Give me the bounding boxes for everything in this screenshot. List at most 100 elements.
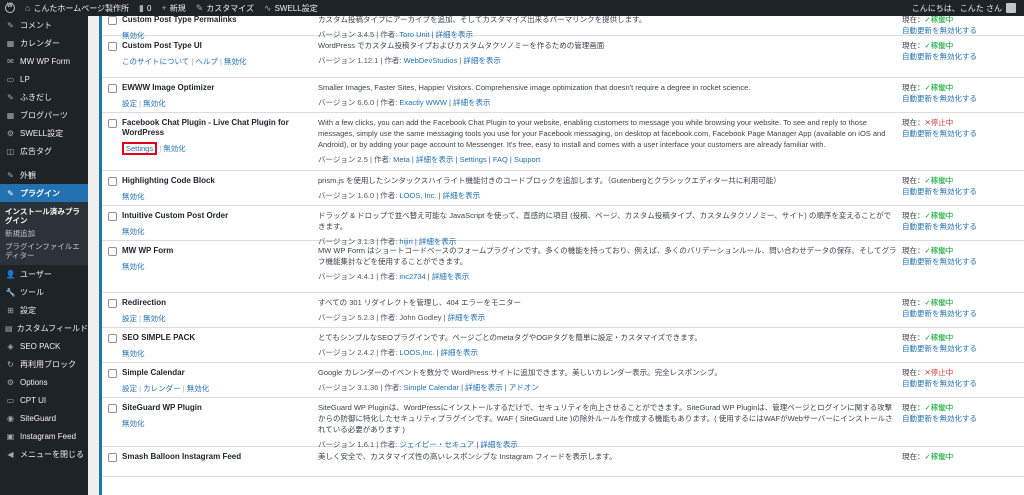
plugin-checkbox[interactable] (108, 404, 117, 413)
meta-link[interactable]: 詳細を表示 (453, 98, 491, 107)
plugin-row: Redirection 設定 | 無効化 すべての 301 リダイレクトを管理し、4… (102, 293, 1024, 328)
sidebar-item-5[interactable]: ▦ ブログパーツ (0, 106, 88, 124)
sidebar-item-3[interactable]: ▭ LP (0, 70, 88, 88)
plugin-checkbox[interactable] (108, 334, 117, 343)
action-link[interactable]: Settings (126, 144, 153, 153)
meta-link[interactable]: 詳細を表示 (432, 272, 470, 281)
sidebar-item-after-7[interactable]: ▭ CPT UI (0, 391, 88, 409)
auto-update-toggle-link[interactable]: 自動更新を無効化する (902, 379, 977, 388)
auto-update-toggle-link[interactable]: 自動更新を無効化する (902, 129, 977, 138)
sidebar-item-6[interactable]: ⚙ SWELL設定 (0, 124, 88, 142)
action-link[interactable]: 無効化 (143, 99, 166, 108)
sidebar-item-after-1[interactable]: 🔧 ツール (0, 283, 88, 301)
plugin-checkbox[interactable] (108, 84, 117, 93)
auto-update-toggle-link[interactable]: 自動更新を無効化する (902, 26, 977, 35)
plugin-checkbox[interactable] (108, 16, 117, 25)
action-link[interactable]: 無効化 (143, 314, 166, 323)
plugin-checkbox[interactable] (108, 453, 117, 462)
action-link[interactable]: 設定 (122, 314, 137, 323)
author-link[interactable]: inc2734 (399, 272, 425, 281)
action-link[interactable]: 無効化 (122, 349, 145, 358)
action-link[interactable]: 無効化 (122, 262, 145, 271)
meta-link[interactable]: アドオン (509, 383, 539, 392)
sidebar-item-7[interactable]: ◫ 広告タグ (0, 142, 88, 160)
auto-update-toggle-link[interactable]: 自動更新を無効化する (902, 344, 977, 353)
meta-link[interactable]: Support (514, 155, 540, 164)
author-link[interactable]: LOOS,Inc. (399, 348, 434, 357)
action-link[interactable]: 無効化 (224, 57, 247, 66)
plugin-name-column: Redirection 設定 | 無効化 (122, 298, 312, 324)
sidebar-item-after-0[interactable]: 👤 ユーザー (0, 265, 88, 283)
submenu-item-2[interactable]: プラグインファイルエディター (0, 240, 88, 262)
meta-link[interactable]: 詳細を表示 (463, 56, 501, 65)
author-link[interactable]: Meta (393, 155, 410, 164)
plugin-checkbox[interactable] (108, 369, 117, 378)
sidebar-item-after-4[interactable]: ◈ SEO PACK (0, 337, 88, 355)
sidebar-item-4[interactable]: ✎ ふきだし (0, 88, 88, 106)
meta-text: バージョン 1.6.0 | 作者: (318, 190, 400, 200)
auto-update-toggle-link[interactable]: 自動更新を無効化する (902, 257, 977, 266)
meta-link[interactable]: 詳細を表示 (441, 348, 479, 357)
site-name-menu[interactable]: ⌂ こんたホームページ製作所 (20, 0, 134, 16)
sidebar-item-after-9[interactable]: ▣ Instagram Feed (0, 427, 88, 445)
plugin-checkbox[interactable] (108, 247, 117, 256)
my-account-menu[interactable]: こんにちは、こんた さん (912, 3, 1024, 14)
sidebar-item-2[interactable]: ✉ MW WP Form (0, 52, 88, 70)
action-link[interactable]: 設定 (122, 99, 137, 108)
meta-link[interactable]: FAQ (493, 155, 508, 164)
wp-logo-menu[interactable] (0, 0, 20, 16)
meta-link[interactable]: 詳細を表示 (465, 383, 503, 392)
status-label: 現在： (902, 246, 925, 255)
sidebar-item-after-10[interactable]: ◀ メニューを閉じる (0, 445, 88, 463)
plugin-name-column: Smash Balloon Instagram Feed (122, 452, 312, 462)
sidebar-item-after-6[interactable]: ⚙ Options (0, 373, 88, 391)
auto-update-toggle-link[interactable]: 自動更新を無効化する (902, 52, 977, 61)
author-link[interactable]: WebDevStudios (404, 56, 458, 65)
plugin-checkbox[interactable] (108, 212, 117, 221)
meta-link[interactable]: 詳細を表示 (443, 191, 481, 200)
comments-menu[interactable]: ▮ 0 (134, 0, 156, 16)
action-link[interactable]: 設定 (122, 384, 137, 393)
plugin-checkbox[interactable] (108, 177, 117, 186)
action-link[interactable]: 無効化 (122, 192, 145, 201)
plugin-description-column: WordPress でカスタム投稿タイプおよびカスタムタクソノミーを作るための管… (318, 41, 898, 67)
status-badge: ✕停止中 (924, 368, 954, 377)
action-link[interactable]: このサイトについて (122, 57, 189, 66)
plugin-checkbox[interactable] (108, 42, 117, 51)
auto-update-toggle-link[interactable]: 自動更新を無効化する (902, 187, 977, 196)
author-link[interactable]: Simple Calendar (404, 383, 459, 392)
sidebar-item-9[interactable]: ✎ プラグイン (0, 184, 88, 202)
auto-update-toggle-link[interactable]: 自動更新を無効化する (902, 94, 977, 103)
action-link[interactable]: 無効化 (122, 227, 145, 236)
status-label: 現在： (902, 83, 925, 92)
sidebar-item-after-5[interactable]: ↻ 再利用ブロック (0, 355, 88, 373)
sidebar-item-after-3[interactable]: ▤ カスタムフィールド (0, 319, 88, 337)
auto-update-toggle-link[interactable]: 自動更新を無効化する (902, 414, 977, 423)
submenu-item-1[interactable]: 新規追加 (0, 227, 88, 240)
meta-link[interactable]: Settings (460, 155, 487, 164)
action-link[interactable]: ヘルプ (195, 57, 218, 66)
swell-settings-menu[interactable]: ∿ SWELL設定 (259, 0, 323, 16)
sidebar-item-after-2[interactable]: ⊞ 設定 (0, 301, 88, 319)
plugin-row: Smash Balloon Instagram Feed 美しく安全で、カスタマイ… (102, 447, 1024, 477)
sidebar-item-8[interactable]: ✎ 外観 (0, 166, 88, 184)
new-content-menu[interactable]: + 新規 (156, 0, 190, 16)
submenu-item-0[interactable]: インストール済みプラグイン (0, 205, 88, 227)
auto-update-toggle-link[interactable]: 自動更新を無効化する (902, 222, 977, 231)
action-link[interactable]: 無効化 (122, 419, 145, 428)
sidebar-item-0[interactable]: ✎ コメント (0, 16, 88, 34)
menu-icon: 👤 (5, 269, 16, 279)
sidebar-item-1[interactable]: ▦ カレンダー (0, 34, 88, 52)
plugin-checkbox[interactable] (108, 299, 117, 308)
auto-update-toggle-link[interactable]: 自動更新を無効化する (902, 309, 977, 318)
action-link[interactable]: 無効化 (163, 144, 186, 153)
action-link[interactable]: 無効化 (187, 384, 210, 393)
customize-menu[interactable]: ✎ カスタマイズ (191, 0, 259, 16)
author-link[interactable]: Exactly WWW (399, 98, 447, 107)
meta-link[interactable]: 詳細を表示 (448, 313, 486, 322)
author-link[interactable]: LOOS, Inc. (399, 191, 436, 200)
plugin-checkbox[interactable] (108, 119, 117, 128)
action-link[interactable]: カレンダー (143, 384, 181, 393)
sidebar-item-after-8[interactable]: ◉ SiteGuard (0, 409, 88, 427)
meta-link[interactable]: 詳細を表示 (416, 155, 454, 164)
